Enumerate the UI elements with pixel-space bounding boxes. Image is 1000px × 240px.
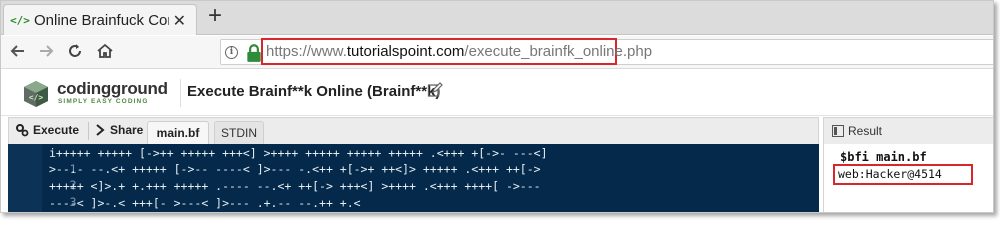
result-header: Result [823, 117, 993, 144]
info-icon[interactable]: i [225, 46, 238, 59]
tab-main-bf[interactable]: main.bf [147, 121, 209, 145]
back-arrow-icon[interactable] [7, 41, 29, 63]
line-number: 4 [50, 211, 77, 212]
execute-label: Execute [33, 123, 80, 137]
edit-icon[interactable] [427, 82, 443, 98]
url-path: /execute_brainfk_online.php [464, 43, 653, 60]
url-text[interactable]: https://www. tutorialspoint.com/execute_b… [261, 38, 652, 65]
header-divider [180, 79, 181, 107]
reload-icon[interactable] [64, 41, 86, 63]
terminal-icon [832, 125, 844, 137]
browser-tab[interactable]: </> Online Brainfuck Compile ✕ [3, 4, 197, 35]
tab-stdin[interactable]: STDIN [214, 121, 264, 145]
code-favicon-icon: </> [10, 13, 30, 27]
chevron-right-icon [96, 124, 105, 136]
result-output: $bfi main.bf web:Hacker@4514 [823, 144, 993, 212]
url-domain: tutorialspoint.com [346, 43, 465, 60]
page-header: </> codingground SIMPLY EASY CODING Exec… [1, 70, 993, 116]
result-output-text: web:Hacker@4514 [833, 164, 973, 185]
code-line: 2 >--.- --.<+ +++++ [->-- ----< ]>--- -.<… [8, 161, 819, 192]
close-tab-icon[interactable]: ✕ [173, 11, 186, 31]
code-line: 4----< ]>-.< +++[- >---< ]>--- .+.-- --.… [8, 195, 819, 211]
page-title: Execute Brainf**k Online (Brainf**k) [187, 83, 441, 100]
navigation-bar: i https://www. tutorialspoint.com/execute… [1, 36, 993, 69]
share-button[interactable]: Share [94, 123, 143, 137]
execute-button[interactable]: Execute [15, 123, 79, 137]
codingground-logo[interactable]: </> codingground SIMPLY EASY CODING [21, 76, 181, 112]
line-code: >--.- --.<+ +++++ [->-- ----< ]>--- -.<+… [49, 162, 541, 176]
result-label: Result [848, 124, 883, 138]
code-line: 1 i+++++ +++++ [->++ +++++ +++<] >++++ ++… [8, 145, 819, 176]
logo-tagline: SIMPLY EASY CODING [58, 98, 149, 105]
svg-text:</>: </> [29, 93, 44, 102]
logo-name: codingground [57, 79, 168, 98]
toolbar-divider [88, 122, 89, 140]
forward-arrow-icon[interactable] [35, 41, 57, 63]
gears-icon [16, 124, 29, 137]
share-label: Share [110, 123, 144, 137]
line-code: ----< ]>-.< +++[- >---< ]>--- .+.-- --.+… [49, 196, 361, 210]
result-command: $bfi main.bf [840, 150, 927, 164]
code-line: 3 +++++ <]>.+ +.+++ +++++ .---- --.<+ ++[… [8, 178, 819, 209]
code-editor[interactable]: 1 i+++++ +++++ [->++ +++++ +++<] >++++ ++… [8, 144, 819, 212]
tab-title: Online Brainfuck Compile [34, 11, 169, 29]
url-prefix: https://www. [266, 43, 347, 60]
browser-window: </> Online Brainfuck Compile ✕ + i https… [0, 0, 994, 213]
cube-logo-icon: </> [24, 81, 48, 107]
line-code: i+++++ +++++ [->++ +++++ +++<] >++++ +++… [49, 146, 548, 160]
editor-toolbar: Execute Share main.bf STDIN [8, 117, 819, 145]
home-icon[interactable] [94, 41, 116, 63]
tab-strip: </> Online Brainfuck Compile ✕ + [1, 1, 993, 35]
new-tab-button[interactable]: + [204, 4, 226, 30]
line-code: +++++ <]>.+ +.+++ +++++ .---- --.<+ ++[-… [49, 179, 541, 193]
